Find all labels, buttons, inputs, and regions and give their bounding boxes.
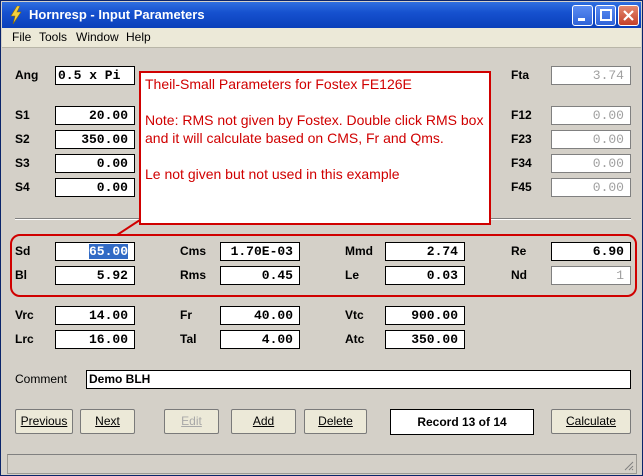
sd-value: 65.00 <box>88 244 128 259</box>
fta-field[interactable]: 3.74 <box>551 66 631 85</box>
lrc-field[interactable]: 16.00 <box>55 330 135 349</box>
le-label: Le <box>345 268 360 282</box>
annotation-callout: Theil-Small Parameters for Fostex FE126E… <box>139 71 491 225</box>
record-indicator: Record 13 of 14 <box>390 409 534 435</box>
atc-field[interactable]: 350.00 <box>385 330 465 349</box>
comment-label: Comment <box>15 372 68 386</box>
fta-label: Fta <box>511 68 529 82</box>
main-window: Hornresp - Input Parameters File Tools W… <box>0 0 643 476</box>
lightning-icon <box>10 6 22 24</box>
bl-label: Bl <box>15 268 27 282</box>
f34-label: F34 <box>511 156 532 170</box>
s3-label: S3 <box>15 156 30 170</box>
status-bar <box>7 454 637 474</box>
callout-note-rms: Note: RMS not given by Fostex. Double cl… <box>145 112 484 146</box>
fr-label: Fr <box>180 308 192 322</box>
sd-label: Sd <box>15 244 31 258</box>
tal-field[interactable]: 4.00 <box>220 330 300 349</box>
menu-window[interactable]: Window <box>76 30 119 44</box>
cms-field[interactable]: 1.70E-03 <box>220 242 300 261</box>
f12-field[interactable]: 0.00 <box>551 106 631 125</box>
tal-label: Tal <box>180 332 197 346</box>
callout-title: Theil-Small Parameters for Fostex FE126E <box>145 76 412 92</box>
mmd-label: Mmd <box>345 244 373 258</box>
f34-field[interactable]: 0.00 <box>551 154 631 173</box>
callout-note-le: Le not given but not used in this exampl… <box>145 166 400 182</box>
minimize-icon <box>578 18 585 21</box>
re-field[interactable]: 6.90 <box>551 242 631 261</box>
add-button[interactable]: Add <box>231 409 296 434</box>
menu-tools[interactable]: Tools <box>39 30 67 44</box>
s4-label: S4 <box>15 180 30 194</box>
s1-field[interactable]: 20.00 <box>55 106 135 125</box>
mmd-field[interactable]: 2.74 <box>385 242 465 261</box>
s2-label: S2 <box>15 132 30 146</box>
menu-bar: File Tools Window Help <box>2 28 641 48</box>
cms-label: Cms <box>180 244 207 258</box>
f23-label: F23 <box>511 132 532 146</box>
title-bar[interactable]: Hornresp - Input Parameters <box>2 2 641 28</box>
rms-field[interactable]: 0.45 <box>220 266 300 285</box>
vtc-label: Vtc <box>345 308 364 322</box>
atc-label: Atc <box>345 332 365 346</box>
s3-field[interactable]: 0.00 <box>55 154 135 173</box>
s2-field[interactable]: 350.00 <box>55 130 135 149</box>
edit-button[interactable]: Edit <box>164 409 219 434</box>
vrc-field[interactable]: 14.00 <box>55 306 135 325</box>
close-button[interactable] <box>618 5 639 26</box>
maximize-button[interactable] <box>595 5 616 26</box>
delete-button[interactable]: Delete <box>304 409 367 434</box>
menu-file[interactable]: File <box>12 30 31 44</box>
fr-field[interactable]: 40.00 <box>220 306 300 325</box>
bl-field[interactable]: 5.92 <box>55 266 135 285</box>
f45-field[interactable]: 0.00 <box>551 178 631 197</box>
comment-field[interactable]: Demo BLH <box>86 370 631 389</box>
re-label: Re <box>511 244 527 258</box>
ang-field[interactable]: 0.5 x Pi <box>55 66 135 85</box>
nd-field[interactable]: 1 <box>551 266 631 285</box>
calculate-button[interactable]: Calculate <box>551 409 631 434</box>
sd-field[interactable]: 65.00 <box>55 242 135 261</box>
s1-label: S1 <box>15 108 30 122</box>
window-title: Hornresp - Input Parameters <box>29 7 205 22</box>
close-icon <box>623 10 634 21</box>
f45-label: F45 <box>511 180 532 194</box>
maximize-icon <box>600 9 612 21</box>
menu-help[interactable]: Help <box>126 30 151 44</box>
f12-label: F12 <box>511 108 532 122</box>
previous-button[interactable]: Previous <box>15 409 73 434</box>
nd-label: Nd <box>511 268 527 282</box>
ang-label: Ang <box>15 68 39 82</box>
vrc-label: Vrc <box>15 308 34 322</box>
s4-field[interactable]: 0.00 <box>55 178 135 197</box>
resize-grip-icon[interactable] <box>622 459 634 471</box>
vtc-field[interactable]: 900.00 <box>385 306 465 325</box>
next-button[interactable]: Next <box>80 409 135 434</box>
minimize-button[interactable] <box>572 5 593 26</box>
f23-field[interactable]: 0.00 <box>551 130 631 149</box>
lrc-label: Lrc <box>15 332 34 346</box>
rms-label: Rms <box>180 268 207 282</box>
le-field[interactable]: 0.03 <box>385 266 465 285</box>
